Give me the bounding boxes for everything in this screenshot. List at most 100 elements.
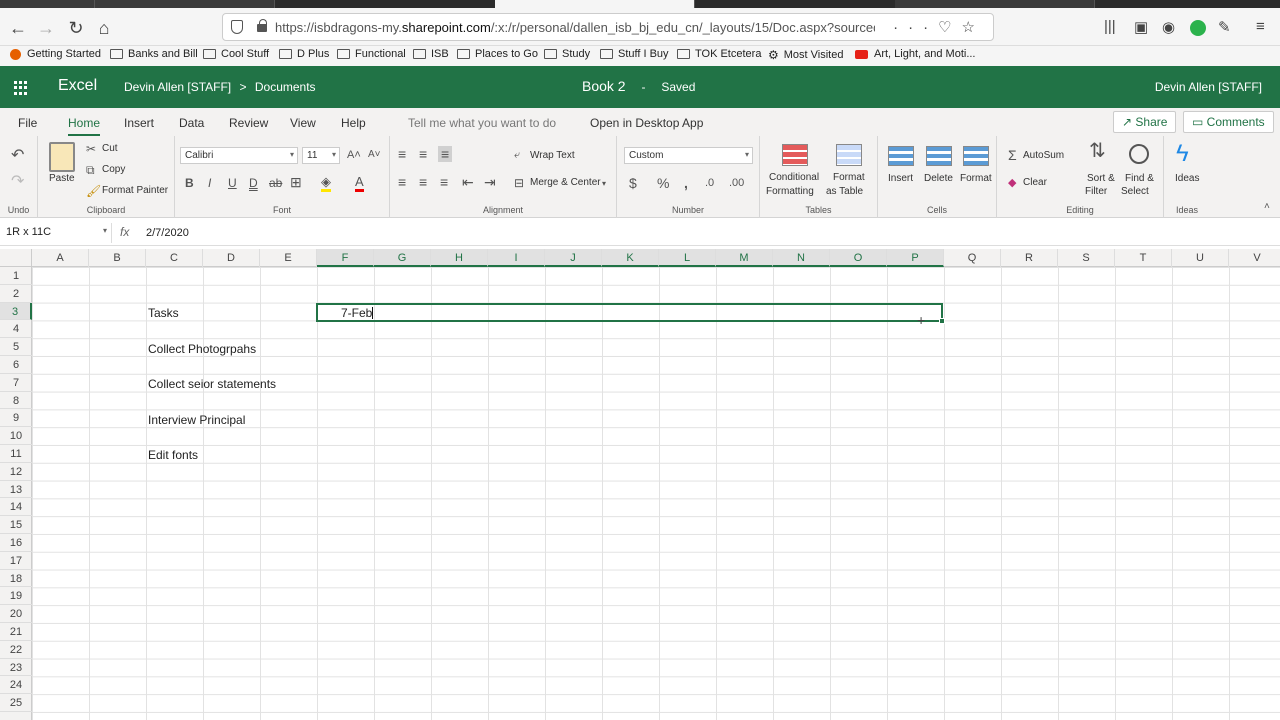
column-header-L[interactable]: L [659, 249, 716, 267]
tab-home[interactable]: Home [68, 116, 101, 136]
browser-tab[interactable] [895, 0, 1095, 8]
copy-icon[interactable]: ⧉ [86, 163, 95, 177]
home-icon[interactable]: ⌂ [92, 16, 116, 40]
merge-center-button[interactable]: Merge & Center [530, 177, 601, 188]
align-left-icon[interactable]: ≡ [398, 175, 406, 189]
menu-icon[interactable]: ≡ [1256, 18, 1265, 35]
open-desktop-app[interactable]: Open in Desktop App [590, 116, 703, 130]
row-header-12[interactable]: 12 [0, 463, 32, 481]
column-header-B[interactable]: B [89, 249, 146, 267]
bookmark-youtube[interactable]: Art, Light, and Moti... [855, 48, 976, 60]
column-header-D[interactable]: D [203, 249, 260, 267]
sort-filter-line1[interactable]: Sort & [1087, 173, 1115, 184]
sort-filter-icon[interactable]: ⇅ [1089, 141, 1106, 161]
row-header-8[interactable]: 8 [0, 392, 32, 410]
align-right-icon[interactable]: ≡ [440, 175, 448, 189]
font-size-select[interactable]: 11 [302, 147, 340, 164]
delete-cells-icon[interactable] [926, 146, 952, 166]
delete-button[interactable]: Delete [924, 173, 953, 184]
format-as-table-line2[interactable]: as Table [826, 186, 863, 197]
browser-tab-active[interactable] [495, 0, 695, 8]
search-icon[interactable] [1129, 144, 1149, 164]
column-header-H[interactable]: H [431, 249, 488, 267]
fill-color-icon[interactable]: ◈ [321, 175, 331, 192]
tell-me-search[interactable]: Tell me what you want to do [408, 116, 556, 130]
insert-button[interactable]: Insert [888, 173, 913, 184]
document-title-area[interactable]: Book 2 - Saved [582, 78, 695, 94]
lock-icon[interactable] [257, 19, 267, 32]
row-header-6[interactable]: 6 [0, 356, 32, 374]
format-cells-icon[interactable] [963, 146, 989, 166]
cut-button[interactable]: Cut [102, 143, 118, 154]
extension-icon[interactable] [1190, 20, 1206, 36]
insert-cells-icon[interactable] [888, 146, 914, 166]
sort-filter-line2[interactable]: Filter [1085, 186, 1107, 197]
eraser-icon[interactable]: ◆ [1008, 176, 1016, 190]
row-header-5[interactable]: 5 [0, 338, 32, 356]
comma-icon[interactable]: , [684, 176, 688, 190]
undo-icon[interactable]: ↶ [11, 148, 24, 164]
bookmark-folder[interactable]: Study [544, 48, 590, 60]
find-select-line1[interactable]: Find & [1125, 173, 1154, 184]
increase-decimal-icon[interactable]: .0 [705, 176, 714, 190]
row-header-13[interactable]: 13 [0, 481, 32, 499]
forward-icon[interactable]: → [34, 16, 58, 40]
row-header-7[interactable]: 7 [0, 374, 32, 392]
font-color-icon[interactable]: A [355, 175, 364, 192]
decrease-font-icon[interactable]: A˅ [368, 148, 381, 162]
cell-C9[interactable]: Interview Principal [148, 413, 245, 427]
chevron-down-icon[interactable]: ▾ [602, 177, 606, 191]
column-header-K[interactable]: K [602, 249, 659, 267]
breadcrumb-documents[interactable]: Documents [255, 80, 316, 94]
document-title[interactable]: Book 2 [582, 78, 626, 94]
double-underline-icon[interactable]: D [249, 176, 258, 190]
merge-icon[interactable]: ⊟ [514, 176, 524, 190]
paste-icon[interactable] [49, 142, 75, 172]
row-header-24[interactable]: 24 [0, 676, 32, 695]
row-header-20[interactable]: 20 [0, 605, 32, 623]
pocket-icon[interactable]: ♡ [938, 19, 961, 36]
comments-button[interactable]: ▭ Comments [1183, 111, 1274, 133]
tab-help[interactable]: Help [341, 116, 366, 130]
bookmark-most-visited[interactable]: ⚙ Most Visited [768, 48, 843, 62]
wrap-text-icon[interactable]: ⤶ [514, 148, 520, 162]
bookmark-folder[interactable]: Cool Stuff [203, 48, 269, 60]
find-select-line2[interactable]: Select [1121, 186, 1149, 197]
paste-button[interactable]: Paste [49, 173, 75, 184]
strikethrough-icon[interactable]: ab [269, 176, 282, 190]
column-header-R[interactable]: R [1001, 249, 1058, 267]
url-text[interactable]: https://isbdragons-my.sharepoint.com/:x:… [275, 20, 875, 35]
bold-icon[interactable]: B [185, 176, 194, 190]
bookmark-folder[interactable]: D Plus [279, 48, 329, 60]
bookmark-folder[interactable]: Places to Go [457, 48, 538, 60]
cell-C3[interactable]: Tasks [148, 306, 179, 320]
row-header-10[interactable]: 10 [0, 427, 32, 445]
row-header-2[interactable]: 2 [0, 285, 32, 303]
row-header-3[interactable]: 3 [0, 302, 32, 321]
number-format-select[interactable]: Custom [624, 147, 753, 164]
clear-button[interactable]: Clear [1023, 177, 1047, 188]
more-icon[interactable]: ··· [893, 19, 938, 36]
borders-icon[interactable]: ⊞ [290, 175, 302, 189]
row-header-4[interactable]: 4 [0, 320, 32, 339]
row-header-9[interactable]: 9 [0, 409, 32, 428]
row-header-18[interactable]: 18 [0, 570, 32, 588]
underline-icon[interactable]: U [228, 176, 237, 190]
back-icon[interactable]: ← [6, 16, 30, 40]
cut-icon[interactable]: ✂ [86, 142, 96, 156]
row-header-21[interactable]: 21 [0, 623, 32, 641]
formula-input[interactable]: 2/7/2020 [146, 227, 189, 239]
format-button[interactable]: Format [960, 173, 992, 184]
cell-C11[interactable]: Edit fonts [148, 448, 198, 462]
column-header-J[interactable]: J [545, 249, 602, 267]
currency-icon[interactable]: $ [629, 176, 637, 190]
cell-C5[interactable]: Collect Photogrpahs [148, 342, 256, 356]
row-header-17[interactable]: 17 [0, 552, 32, 570]
address-bar[interactable]: https://isbdragons-my.sharepoint.com/:x:… [222, 13, 994, 41]
autosum-button[interactable]: AutoSum [1023, 150, 1064, 161]
column-header-V[interactable]: V [1229, 249, 1280, 267]
cell-grid[interactable] [32, 267, 1280, 720]
sidebar-icon[interactable]: ▣ [1134, 18, 1148, 36]
selection-range[interactable] [316, 303, 945, 324]
breadcrumb-user[interactable]: Devin Allen [STAFF] [124, 80, 231, 94]
